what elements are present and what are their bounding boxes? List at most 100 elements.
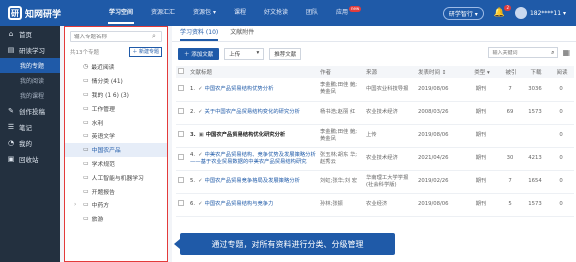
- topic-item[interactable]: ▭ 情分类 (41): [65, 74, 167, 88]
- search-icon[interactable]: ⌕: [152, 32, 156, 41]
- user-menu[interactable]: 182****11 ▾: [514, 7, 566, 19]
- row-checkbox[interactable]: [178, 200, 184, 206]
- add-document-button[interactable]: ＋ 添加文献: [178, 48, 220, 60]
- row-checkbox-cell: [176, 193, 188, 217]
- folder-icon: ◷: [83, 63, 89, 71]
- document-title-cell[interactable]: 2. ✓ 关于中国农产品贸易结构变化的研究分析: [188, 101, 318, 125]
- nav-item-2[interactable]: 资源包 ▾: [184, 0, 225, 26]
- document-title[interactable]: 中国农产品贸易竞争格局及发展策略分析: [205, 178, 300, 184]
- sidebar-item-7[interactable]: ◔ 我的: [0, 135, 60, 151]
- row-number: 5.: [190, 178, 196, 184]
- nav-item-3[interactable]: 课程: [225, 0, 255, 26]
- topic-item[interactable]: ▭ 中国农产品: [65, 142, 167, 157]
- topic-item[interactable]: ▭ 学术规范: [65, 157, 167, 171]
- document-title-cell[interactable]: 6. ✓ 中国农产品贸易结构与竞争力: [188, 193, 318, 217]
- sidebar-subitem-2[interactable]: 我的专题: [0, 58, 60, 73]
- topic-item[interactable]: ▭ 英语文学: [65, 129, 167, 143]
- row-checkbox-cell: [176, 78, 188, 102]
- tab-0[interactable]: 学习资料 (10): [180, 26, 219, 41]
- cited-cell: [498, 124, 522, 148]
- sidebar-item-0[interactable]: ⌂ 首页: [0, 26, 60, 42]
- column-header[interactable]: 发表时间 ↕: [416, 66, 464, 78]
- topic-item[interactable]: › ▭ 中药方: [65, 198, 167, 212]
- type-cell: 期刊: [464, 147, 498, 171]
- document-title[interactable]: 中国农产品贸易结构与竞争力: [205, 201, 274, 207]
- sidebar-item-6[interactable]: ☰ 笔记: [0, 119, 60, 135]
- status-icon: ▣: [198, 132, 204, 138]
- cited-value: 7: [508, 178, 512, 184]
- logo-icon: 研: [8, 6, 22, 20]
- topic-item[interactable]: ▭ 水利: [65, 115, 167, 129]
- nav-item-5[interactable]: 团队: [297, 0, 327, 26]
- reads-value: 0: [559, 85, 563, 92]
- tab-1[interactable]: 文献附件: [230, 26, 254, 41]
- app-logo[interactable]: 研 知网研学: [8, 6, 100, 20]
- column-header[interactable]: 类型 ▾: [464, 66, 498, 78]
- topic-item[interactable]: ▭ 旅游: [65, 212, 167, 226]
- type-value: 期刊: [475, 178, 487, 184]
- document-title[interactable]: 中美农产品贸易结构、竞争优势及发展策略分析——基于农业贸易数据的中美农产品贸易结…: [190, 152, 316, 165]
- status-icon: ✓: [198, 85, 203, 92]
- topic-item[interactable]: ◷ 最近阅读: [65, 60, 167, 74]
- topic-item[interactable]: ▭ 开题报告: [65, 184, 167, 198]
- folder-icon: ▭: [83, 146, 89, 154]
- row-checkbox[interactable]: [178, 154, 184, 160]
- assistant-button[interactable]: 研学智行 ▾: [442, 6, 484, 20]
- search-icon[interactable]: ⌕: [551, 49, 554, 57]
- sidebar-item-label: 回收站: [19, 156, 39, 164]
- document-title-cell[interactable]: 3. ▣ 中国农产品贸易结构优化研究分析: [188, 124, 318, 148]
- nav-item-4[interactable]: 好文抢读: [255, 0, 297, 26]
- sidebar-item-8[interactable]: ▣ 回收站: [0, 151, 60, 167]
- row-number: 1.: [190, 85, 196, 92]
- type-cell: 期刊: [464, 193, 498, 217]
- nav-item-0[interactable]: 学习空间: [100, 0, 142, 26]
- topic-item[interactable]: ▭ 工作管理: [65, 101, 167, 115]
- chevron-right-icon[interactable]: ›: [74, 202, 76, 208]
- keyword-search-input[interactable]: [492, 49, 547, 56]
- document-title[interactable]: 中国农产品贸易结构优势分析: [205, 86, 274, 92]
- nav-item-1[interactable]: 资源汇汇: [142, 0, 184, 26]
- notification-bell[interactable]: 🔔 2: [494, 5, 511, 18]
- downloads-cell: [522, 124, 548, 148]
- upload-select[interactable]: 上传 ▾: [224, 48, 265, 60]
- column-header-label: 被引: [505, 70, 517, 76]
- new-topic-button[interactable]: ＋ 新建专题: [129, 47, 162, 57]
- column-header: 来源: [364, 66, 416, 78]
- sidebar-subitem-label: 我的专题: [20, 63, 45, 70]
- reads-cell: 0: [548, 78, 574, 102]
- nav-item-6[interactable]: 应用new: [327, 0, 370, 26]
- sidebar-subitem-3[interactable]: 我的阅读: [0, 73, 60, 88]
- nav-item-label: 应用: [336, 9, 349, 16]
- sidebar-item-label: 首页: [19, 31, 32, 39]
- topic-search-input[interactable]: [74, 33, 152, 40]
- recommend-button[interactable]: 推荐文献: [269, 48, 302, 60]
- folder-icon: ▭: [83, 104, 89, 112]
- author-cell: 杨书浩;赵丽 红: [318, 101, 364, 125]
- reads-value: 0: [559, 201, 563, 207]
- sidebar-subitem-4[interactable]: 我的课程: [0, 88, 60, 103]
- row-checkbox[interactable]: [178, 108, 184, 114]
- row-checkbox[interactable]: [178, 177, 184, 183]
- topic-label: 开题报告: [91, 189, 115, 196]
- date-cell: 2019/02/26: [416, 170, 464, 194]
- document-title-cell[interactable]: 4. ✓ 中美农产品贸易结构、竞争优势及发展策略分析——基于农业贸易数据的中美农产品…: [188, 147, 318, 171]
- left-sidebar: ⌂ 首页 ▤ 研读学习我的专题我的阅读 我的课程 ✎ 创作投稿 ☰ 笔记 ◔ 我的 ▣ 回收站: [0, 26, 60, 262]
- topic-item[interactable]: ▭ 我的 (1 6) (3): [65, 88, 167, 102]
- topic-item[interactable]: ▭ 人工智能与机器学习: [65, 170, 167, 184]
- grid-view-icon[interactable]: ▦: [562, 48, 570, 57]
- document-title[interactable]: 关于中国农产品贸易结构变化的研究分析: [205, 109, 300, 115]
- column-header: 文献标题: [188, 66, 318, 78]
- sidebar-item-1[interactable]: ▤ 研读学习: [0, 42, 60, 58]
- sidebar-item-5[interactable]: ✎ 创作投稿: [0, 103, 60, 119]
- document-title-cell[interactable]: 5. ✓ 中国农产品贸易竞争格局及发展策略分析: [188, 170, 318, 194]
- sidebar-icon: ✎: [8, 107, 14, 115]
- select-all-checkbox[interactable]: [178, 68, 184, 74]
- row-checkbox[interactable]: [178, 84, 184, 91]
- reads-cell: 0: [548, 124, 574, 148]
- nav-item-label: 学习空间: [109, 9, 134, 16]
- row-checkbox[interactable]: [178, 131, 184, 137]
- downloads-value: 1654: [528, 178, 542, 184]
- document-title-cell[interactable]: 1. ✓ 中国农产品贸易结构优势分析: [188, 78, 318, 102]
- topic-search: ⌕: [70, 31, 162, 42]
- document-title[interactable]: 中国农产品贸易结构优化研究分析: [206, 132, 285, 138]
